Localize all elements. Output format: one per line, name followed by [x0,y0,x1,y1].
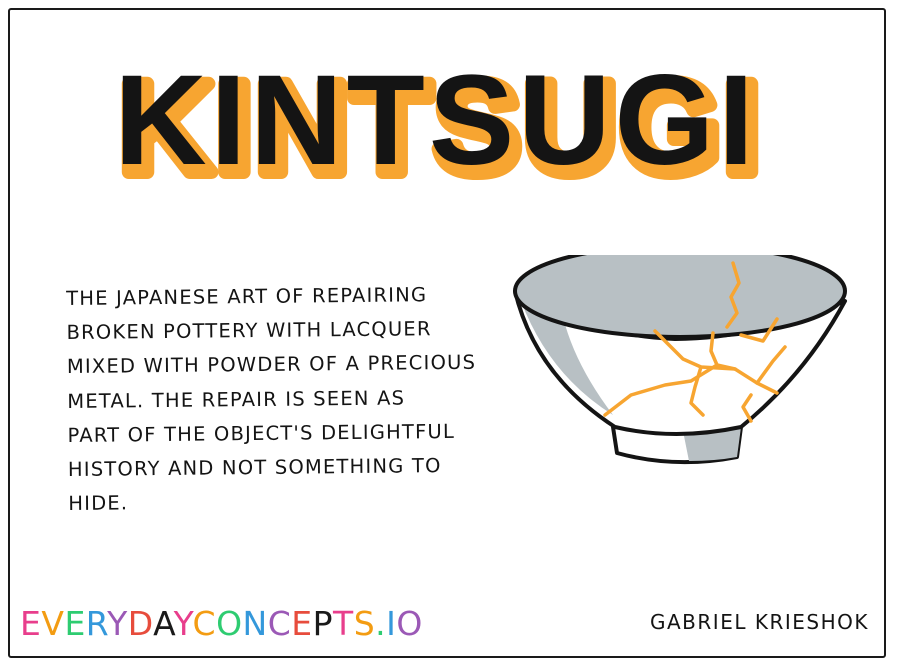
brand-letter: O [396,604,423,643]
brand-letter: D [127,604,154,643]
description-line: HISTORY AND NOT SOMETHING TO [67,454,442,482]
brand-letter: A [153,604,174,643]
title-graphic: KINTSUGI KINTSUGI [113,49,767,207]
description-line: THE JAPANESE ART OF REPAIRING [66,283,428,310]
description-line: PART OF THE OBJECT'S DELIGHTFUL [67,419,456,447]
brand-letter: N [242,604,268,643]
brand-letter: R [85,604,108,643]
author-signature: Gabriel Krieshok [650,610,869,634]
brand-text: EVERYDAYCONCEPTS.IO [20,604,423,643]
brand-logo: EVERYDAYCONCEPTS.IO [20,604,423,643]
description-line: MIXED WITH POWDER OF A PRECIOUS [66,351,477,379]
brand-letter: Y [173,604,193,643]
kintsugi-bowl-illustration [513,255,847,465]
brand-letter: S [353,604,376,643]
brand-letter: V [41,604,65,643]
brand-letter: C [267,604,292,643]
brand-letter: O [216,604,243,643]
brand-letter: C [192,604,217,643]
description-text: THE JAPANESE ART OF REPAIRING BROKEN POT… [66,277,508,521]
brand-letter: E [20,604,42,643]
brand-letter: T [333,604,354,643]
page-title: KINTSUGI [114,49,758,192]
brand-letter: E [291,604,313,643]
bowl-rim [513,255,847,339]
brand-letter: Y [107,604,128,643]
brand-letter: P [312,604,334,643]
description-line: BROKEN POTTERY WITH LACQUER [66,317,432,345]
brand-letter: E [64,604,86,643]
brand-letter: I [386,604,397,643]
description-line: HIDE. [68,491,129,516]
description-line: METAL. THE REPAIR IS SEEN AS [67,386,406,413]
brand-letter: . [375,604,387,643]
